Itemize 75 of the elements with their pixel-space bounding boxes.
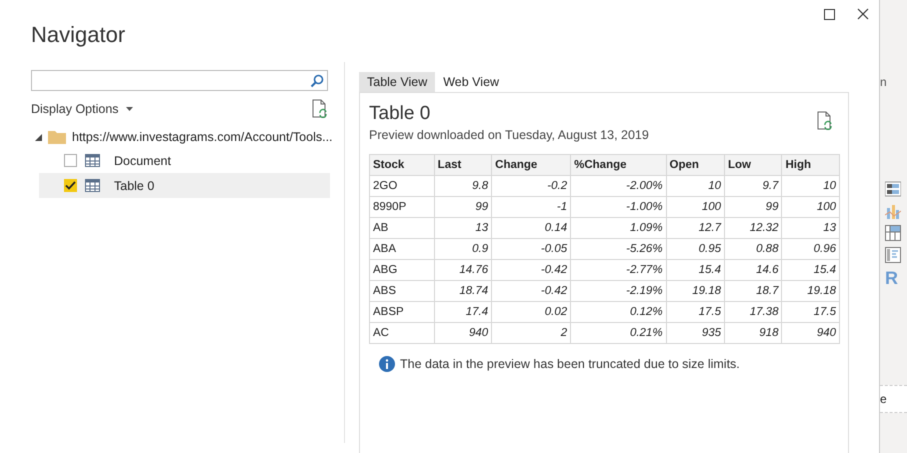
table-cell: 9.8 — [434, 176, 492, 196]
table-cell: 17.4 — [434, 302, 492, 322]
preview-date: Preview downloaded on Tuesday, August 13, 2019 — [369, 128, 649, 142]
column-header: High — [782, 154, 840, 176]
table-cell: 0.14 — [492, 218, 571, 238]
table-cell: 918 — [724, 322, 782, 344]
table-cell: 12.32 — [724, 218, 782, 238]
table-title: Table 0 — [369, 103, 432, 125]
table-cell: ABA — [370, 238, 434, 260]
table-cell: 14.76 — [434, 260, 492, 280]
table-cell: 10 — [782, 176, 840, 196]
table-cell: -1.00% — [570, 196, 666, 218]
tree-item[interactable]: Document — [39, 148, 330, 173]
table-cell: AC — [370, 322, 434, 344]
table-cell: 9.7 — [724, 176, 782, 196]
table-cell: -2.19% — [570, 280, 666, 302]
tree-item[interactable]: Table 0 — [39, 173, 330, 198]
table-cell: 14.6 — [724, 260, 782, 280]
column-header: Change — [492, 154, 571, 176]
table-cell: 10 — [666, 176, 724, 196]
table-cell: ABSP — [370, 302, 434, 322]
table-cell: -2.77% — [570, 260, 666, 280]
table-cell: 99 — [724, 196, 782, 218]
table-cell: ABG — [370, 260, 434, 280]
table-cell: 18.7 — [724, 280, 782, 302]
table-cell: 100 — [782, 196, 840, 218]
window-title: Navigator — [31, 22, 126, 49]
tab[interactable]: Table View — [359, 72, 436, 92]
table-cell: 1.09% — [570, 218, 666, 238]
partial-field: e — [880, 385, 907, 413]
table-cell: 19.18 — [782, 280, 840, 302]
table-cell: 940 — [434, 322, 492, 344]
display-options-dropdown[interactable]: Display Options — [31, 102, 133, 116]
table-cell: 99 — [434, 196, 492, 218]
table-cell: -0.42 — [492, 280, 571, 302]
table-cell: 0.88 — [724, 238, 782, 260]
table-cell: 12.7 — [666, 218, 724, 238]
table-cell: -2.00% — [570, 176, 666, 196]
partial-text: n — [880, 75, 888, 89]
table-cell: 15.4 — [782, 260, 840, 280]
column-header: %Change — [570, 154, 666, 176]
table-cell: 0.96 — [782, 238, 840, 260]
table-cell: -0.2 — [492, 176, 571, 196]
table-cell: 0.12% — [570, 302, 666, 322]
table-cell: -0.05 — [492, 238, 571, 260]
table-cell: 19.18 — [666, 280, 724, 302]
table-cell: ABS — [370, 280, 434, 302]
table-cell: 2GO — [370, 176, 434, 196]
table-cell: 0.95 — [666, 238, 724, 260]
table-cell: 940 — [782, 322, 840, 344]
table-cell: 18.74 — [434, 280, 492, 302]
table-cell: -5.26% — [570, 238, 666, 260]
table-cell: 2 — [492, 322, 571, 344]
source-url[interactable]: https://www.investagrams.com/Account/Tools... — [72, 130, 333, 144]
table-cell: AB — [370, 218, 434, 238]
table-cell: 17.5 — [666, 302, 724, 322]
column-header: Open — [666, 154, 724, 176]
table-cell: 0.9 — [434, 238, 492, 260]
table-cell: 8990P — [370, 196, 434, 218]
column-header: Low — [724, 154, 782, 176]
table-cell: 0.21% — [570, 322, 666, 344]
table-cell: 15.4 — [666, 260, 724, 280]
table-cell: -0.42 — [492, 260, 571, 280]
table-cell: 13 — [434, 218, 492, 238]
table-cell: 935 — [666, 322, 724, 344]
column-header: Last — [434, 154, 492, 176]
table-cell: 17.38 — [724, 302, 782, 322]
table-cell: 0.02 — [492, 302, 571, 322]
table-cell: 13 — [782, 218, 840, 238]
table-cell: -1 — [492, 196, 571, 218]
truncation-notice: The data in the preview has been truncated due to size limits. — [400, 357, 740, 371]
tab[interactable]: Web View — [435, 72, 508, 92]
column-header: Stock — [370, 154, 434, 176]
table-cell: 17.5 — [782, 302, 840, 322]
table-cell: 100 — [666, 196, 724, 218]
